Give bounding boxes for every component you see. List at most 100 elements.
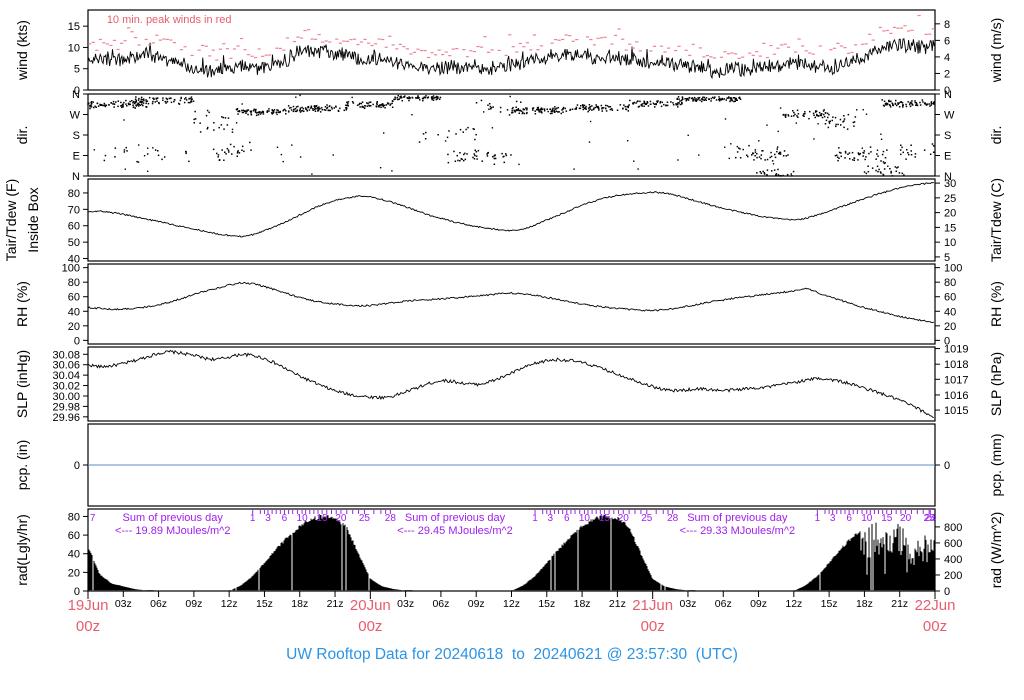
rad-mj-tick-label: 20: [335, 513, 347, 524]
rad-left-tick: 20: [68, 567, 80, 579]
rad-sum-annotation-line2: <--- 19.89 MJoules/m^2: [115, 525, 231, 537]
rad-right-tick: 400: [944, 554, 962, 566]
wind-direction-points: [87, 94, 936, 177]
hour-tick-label: 12z: [785, 598, 802, 610]
panel-tair: 405060708051015202530Tair/Tdew (F) Inside…: [3, 178, 1004, 266]
slp-left-axis-title: SLP (inHg): [14, 350, 30, 418]
rh-right-tick: 60: [944, 292, 956, 304]
pcp-right-tick: 0: [944, 460, 950, 472]
tair-left-axis-title: Tair/Tdew (F): [3, 179, 19, 261]
plot-canvas: 05101502468wind (kts) wind (m/s)10 min. p…: [3, 9, 1004, 635]
rh-trace: [87, 281, 935, 324]
wind-right-axis-title: wind (m/s): [988, 18, 1004, 84]
rad-mj-tick-label: 3: [830, 513, 836, 524]
pcp-left-tick: 0: [74, 460, 80, 472]
pcp-left-axis-title: pcp. (in): [14, 440, 30, 491]
rad-sum-annotation-line1: Sum of previous day: [687, 512, 788, 524]
tair-right-tick: 25: [944, 193, 956, 205]
dir-right-tick: S: [944, 130, 951, 142]
wind-left-tick: 5: [74, 64, 80, 76]
hour-tick-label: 21z: [891, 598, 908, 610]
peak-wind-annotation: 10 min. peak winds in red: [107, 14, 232, 26]
hour-tick-label: 09z: [750, 598, 767, 610]
slp-left-tick: 30.02: [52, 381, 80, 393]
slp-left-tick: 29.98: [52, 401, 80, 413]
rad-sum-annotation-line2: <--- 29.33 MJoules/m^2: [680, 525, 796, 537]
hour-tick-label: 12z: [503, 598, 520, 610]
slp-left-tick: 30.04: [52, 370, 80, 382]
rad-mj-tick-label: 10: [297, 513, 309, 524]
wind-speed-trace: [87, 37, 936, 80]
slp-right-tick: 1016: [944, 390, 968, 402]
dir-left-tick: N: [72, 171, 80, 183]
day-label-hour: 00z: [358, 618, 382, 635]
rh-left-tick: 100: [62, 263, 80, 275]
hour-tick-label: 18z: [856, 598, 873, 610]
wind-left-tick: 10: [68, 42, 80, 54]
hour-tick-label: 18z: [291, 598, 308, 610]
rad-mj-tick-label: 25: [641, 513, 653, 524]
rad-mj-tick-label: 3: [265, 513, 271, 524]
panel-rh: 020406080100020406080100RH (%) RH (%): [14, 263, 1004, 348]
rh-right-tick: 100: [944, 263, 962, 275]
rh-right-tick: 40: [944, 306, 956, 318]
tair-left-axis-title: Inside Box: [25, 187, 41, 252]
dir-right-tick: W: [944, 110, 955, 122]
slp-right-tick: 1015: [944, 405, 968, 417]
rad-mj-tick-label: 1: [250, 513, 256, 524]
hour-tick-label: 06z: [432, 598, 449, 610]
tair-trace: [87, 182, 934, 238]
slp-trace: [87, 349, 934, 418]
tair-left-tick: 70: [68, 204, 80, 216]
slp-right-tick: 1019: [944, 344, 968, 356]
rad-right-axis-title: rad (W/m^2): [988, 512, 1004, 589]
slp-left-tick: 30.06: [52, 360, 80, 372]
panel-wind: 05101502468wind (kts) wind (m/s)10 min. p…: [14, 9, 1004, 97]
rad-mj-tick-label: 6: [564, 513, 570, 524]
hour-tick-label: 15z: [538, 598, 555, 610]
slp-left-tick: 30.00: [52, 391, 80, 403]
hour-tick-label: 06z: [150, 598, 167, 610]
time-axis: 03z 06z 09z 12z 15z 18z 21z 03z 06z 09z 12z 15z 18z 2…: [68, 591, 956, 635]
wind-left-tick: 15: [68, 21, 80, 33]
rad-mj-tick-label: 6: [846, 513, 852, 524]
dir-left-tick: S: [73, 130, 80, 142]
rad-mj-tick-label: 6: [282, 513, 288, 524]
rad-right-tick: 200: [944, 570, 962, 582]
rad-left-axis-title: rad(Lgly/hr): [14, 514, 30, 586]
tair-left-tick: 80: [68, 188, 80, 200]
hour-tick-label: 06z: [715, 598, 732, 610]
dir-right-tick: N: [944, 89, 952, 101]
dir-left-axis-title: dir.: [14, 126, 30, 145]
day-label-hour: 00z: [923, 618, 947, 635]
wind-right-tick: 6: [944, 35, 950, 47]
rh-left-tick: 40: [68, 306, 80, 318]
rad-sum-annotation-line1: Sum of previous day: [405, 512, 506, 524]
hour-tick-label: 03z: [115, 598, 132, 610]
day-label-date: 22Jun: [915, 597, 956, 614]
rh-left-tick: 20: [68, 321, 80, 333]
hour-tick-label: 21z: [327, 598, 344, 610]
tair-right-tick: 30: [944, 178, 956, 190]
rad-mj-tick-label: 10: [579, 513, 591, 524]
tair-right-tick: 20: [944, 208, 956, 220]
tair-left-tick: 50: [68, 237, 80, 249]
rad-mj-tick-label: 1: [815, 513, 821, 524]
slp-right-axis-title: SLP (hPa): [988, 352, 1004, 416]
rh-right-axis-title: RH (%): [988, 281, 1004, 327]
wind-right-tick: 2: [944, 68, 950, 80]
rad-mj-tick-label: 20: [618, 513, 630, 524]
rad-mj-tick-label: 28: [385, 513, 397, 524]
day-label-hour: 00z: [641, 618, 665, 635]
rad-day-scale: 1 3 6 10 15 20 25 28 1 3 6 10 15 20 25 28 1 3 6 10 15 20 25247…: [90, 510, 936, 537]
rad-mj-tick-label: 28: [667, 513, 679, 524]
hour-tick-label: 12z: [221, 598, 238, 610]
panel-pcp: 0 0 pcp. (in) pcp. (mm): [14, 423, 1004, 507]
hour-tick-label: 03z: [397, 598, 414, 610]
wind-right-tick: 8: [944, 19, 950, 31]
rh-left-tick: 80: [68, 277, 80, 289]
hour-tick-label: 09z: [185, 598, 202, 610]
rad-left-tick: 40: [68, 549, 80, 561]
dir-right-axis-title: dir.: [988, 126, 1004, 145]
panel-dir: NWSENNWSENdir. dir.: [14, 89, 1004, 183]
